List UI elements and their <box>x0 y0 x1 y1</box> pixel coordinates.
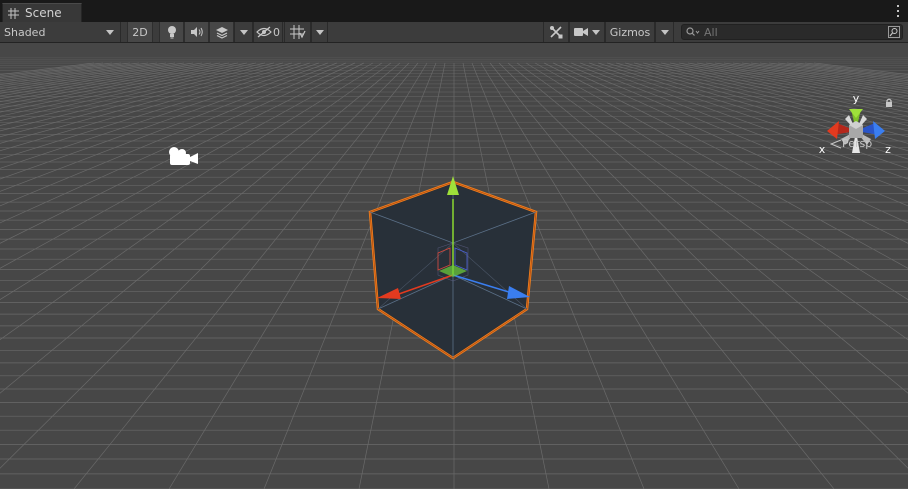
2d-label: 2D <box>132 25 148 39</box>
grid-snapping-button[interactable] <box>284 22 311 42</box>
grid-icon <box>8 7 19 19</box>
chevron-down-icon <box>660 29 669 35</box>
chevron-down-icon <box>592 29 600 35</box>
effects-dropdown[interactable] <box>234 22 253 42</box>
search-field[interactable] <box>681 24 903 40</box>
tab-bar: Scene <box>0 0 908 23</box>
video-camera-icon <box>574 28 588 36</box>
draw-mode-label: Shaded <box>4 25 46 39</box>
tools-icon <box>550 26 563 39</box>
search-filter-icon[interactable] <box>888 26 900 38</box>
projection-toggle[interactable]: Persp <box>830 137 872 150</box>
audio-toggle-button[interactable] <box>184 22 209 42</box>
perspective-icon <box>830 139 842 148</box>
camera-settings-dropdown[interactable] <box>569 22 605 42</box>
scene-viewport[interactable]: y x z Persp <box>0 43 908 489</box>
grid-snapping-dropdown[interactable] <box>311 22 328 42</box>
lighting-toggle-button[interactable] <box>159 22 184 42</box>
tab-scene[interactable]: Scene <box>2 3 82 22</box>
scene-toolbar: Shaded 2D 0 Gizmos All <box>0 22 908 43</box>
projection-label: Persp <box>842 137 873 150</box>
tab-title: Scene <box>25 6 62 20</box>
search-input[interactable] <box>704 25 874 39</box>
orientation-gizmo[interactable]: y x z <box>815 91 895 166</box>
layers-icon <box>215 26 228 39</box>
draw-mode-dropdown[interactable]: Shaded <box>0 22 121 42</box>
scene-visibility-button[interactable]: 0 <box>253 22 283 42</box>
gizmos-label: Gizmos <box>609 25 651 39</box>
grid-snap-icon <box>289 25 306 39</box>
scene-window: Scene Shaded 2D 0 Gizmos All y x z Persp <box>0 0 908 489</box>
more-options-icon[interactable] <box>896 5 900 17</box>
gizmos-dropdown[interactable] <box>655 22 674 42</box>
eye-hidden-icon <box>256 26 272 38</box>
chevron-down-icon <box>315 29 324 35</box>
search-icon <box>686 27 700 36</box>
tools-button[interactable] <box>543 22 569 42</box>
gizmos-button[interactable]: Gizmos <box>605 22 655 42</box>
speaker-icon <box>190 27 203 37</box>
chevron-down-icon <box>106 29 114 35</box>
lock-icon[interactable] <box>885 98 893 108</box>
x-axis-label: x <box>819 143 826 156</box>
lightbulb-icon <box>167 26 176 39</box>
scene-canvas[interactable] <box>0 43 908 489</box>
hidden-count: 0 <box>273 25 280 39</box>
2d-toggle-button[interactable]: 2D <box>127 22 153 42</box>
z-axis-label: z <box>885 143 891 156</box>
chevron-down-icon <box>239 29 248 35</box>
effects-toggle-button[interactable] <box>209 22 234 42</box>
y-axis-label: y <box>853 92 860 105</box>
